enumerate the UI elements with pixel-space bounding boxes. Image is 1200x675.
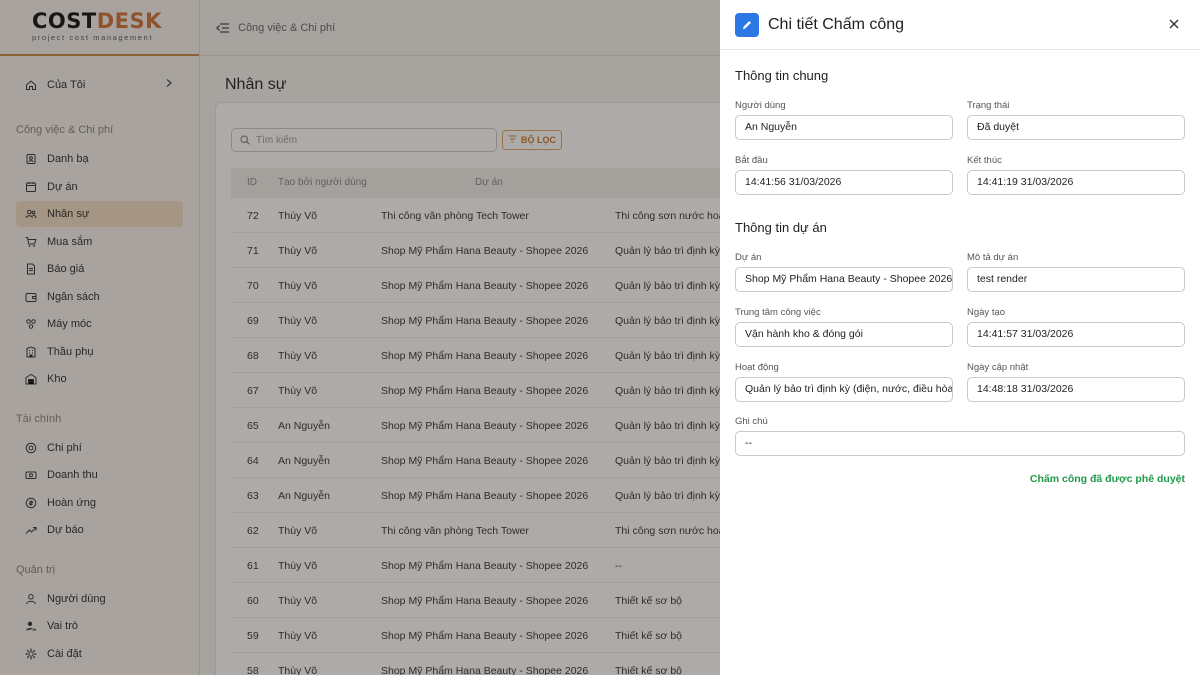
drawer-header: Chi tiết Chấm công (720, 0, 1200, 50)
activity-field[interactable]: Quản lý bảo trì định kỳ (điện, nước, điề… (735, 377, 953, 402)
drawer-title: Chi tiết Chấm công (768, 15, 905, 33)
project-label: Dự án (735, 252, 762, 263)
created-field[interactable]: 14:41:57 31/03/2026 (967, 322, 1185, 347)
timesheet-detail-drawer: Chi tiết Chấm công Thông tin chung Người… (720, 0, 1200, 675)
status-label: Trạng thái (967, 100, 1010, 111)
end-label: Kết thúc (967, 155, 1002, 166)
created-label: Ngày tạo (967, 307, 1006, 318)
updated-label: Ngày cập nhật (967, 362, 1029, 373)
close-icon[interactable] (1166, 16, 1182, 32)
project-field[interactable]: Shop Mỹ Phẩm Hana Beauty - Shopee 2026 (735, 267, 953, 292)
work-center-label: Trung tâm công việc (735, 307, 821, 318)
activity-label: Hoạt động (735, 362, 779, 373)
section-general-title: Thông tin chung (735, 68, 829, 83)
note-field[interactable]: -- (735, 431, 1185, 456)
approved-status-text: Chấm công đã được phê duyệt (1029, 473, 1185, 485)
status-field[interactable]: Đã duyệt (967, 115, 1185, 140)
project-desc-label: Mô tả dự án (967, 252, 1019, 263)
user-field[interactable]: An Nguyễn (735, 115, 953, 140)
end-field[interactable]: 14:41:19 31/03/2026 (967, 170, 1185, 195)
updated-field[interactable]: 14:48:18 31/03/2026 (967, 377, 1185, 402)
user-label: Người dùng (735, 100, 786, 111)
start-label: Bắt đầu (735, 155, 768, 166)
modal-backdrop[interactable] (0, 0, 720, 675)
section-project-title: Thông tin dự án (735, 220, 827, 235)
note-label: Ghi chú (735, 416, 768, 427)
project-desc-field[interactable]: test render (967, 267, 1185, 292)
work-center-field[interactable]: Vận hành kho & đóng gói (735, 322, 953, 347)
start-field[interactable]: 14:41:56 31/03/2026 (735, 170, 953, 195)
edit-icon (735, 12, 759, 37)
